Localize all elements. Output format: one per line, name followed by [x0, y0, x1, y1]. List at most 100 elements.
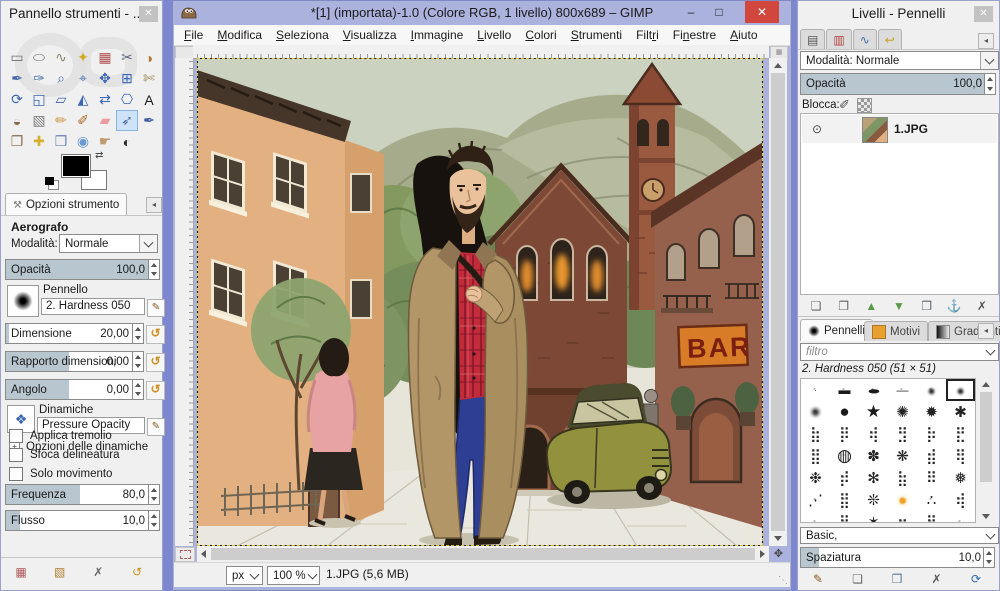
menu-item[interactable]: Modifica	[210, 25, 269, 45]
menu-item[interactable]: Seleziona	[269, 25, 336, 45]
brush-swatch[interactable]: ●	[801, 401, 830, 423]
tool-gradient[interactable]: ▧	[28, 110, 50, 131]
tool-align[interactable]: ⊞	[116, 68, 138, 89]
brush-swatch[interactable]: ·	[801, 379, 830, 401]
brush-swatch[interactable]: ✽	[859, 445, 888, 467]
tab-undo-history[interactable]: ↩	[878, 29, 902, 50]
brush-swatch[interactable]: ▬	[830, 379, 859, 401]
tab-paths[interactable]: ∿	[853, 29, 877, 50]
brush-swatch[interactable]: ⠿	[917, 467, 946, 489]
brush-swatch[interactable]: ⣻	[888, 423, 917, 445]
tool-paths[interactable]: ✒	[6, 68, 28, 89]
tool-shear[interactable]: ▱	[50, 89, 72, 110]
tool-ellipse-select[interactable]: ⬭	[28, 47, 50, 68]
opacity-spinner[interactable]	[148, 259, 160, 280]
brush-swatch[interactable]: ⣷	[801, 423, 830, 445]
image-canvas[interactable]: BAR	[197, 58, 763, 546]
edit-brush-icon[interactable]: ✎	[147, 299, 165, 317]
tool-bucket-fill[interactable]: ◒	[6, 110, 28, 131]
spacing-slider[interactable]: Spaziatura10,0	[800, 547, 985, 568]
brush-swatch[interactable]: ⣤	[801, 511, 830, 523]
brush-swatch[interactable]: ∴	[917, 489, 946, 511]
brush-swatch[interactable]: ●	[888, 489, 917, 511]
tool-foreground-select[interactable]: ◑	[138, 47, 160, 68]
tool-crop[interactable]: ✄	[138, 68, 160, 89]
brush-swatch[interactable]: ◍	[830, 445, 859, 467]
close-icon[interactable]: ✕	[745, 1, 779, 23]
tool-airbrush[interactable]: ➶	[116, 110, 138, 131]
rate-spinner[interactable]	[148, 484, 160, 505]
layer-opacity-spinner[interactable]	[984, 73, 996, 95]
tool-select-by-color[interactable]: ▦	[94, 47, 116, 68]
delete-tool-preset-button[interactable]: ✗	[88, 564, 108, 580]
brush-name-field[interactable]: 2. Hardness 050	[41, 298, 145, 315]
lower-layer-button[interactable]: ▼	[889, 298, 909, 314]
tool-perspective[interactable]: ◭	[72, 89, 94, 110]
aspect-spinner[interactable]	[132, 351, 144, 372]
size-spinner[interactable]	[132, 323, 144, 344]
tool-measure[interactable]: ⌖	[72, 68, 94, 89]
duplicate-brush-button[interactable]: ❒	[887, 571, 907, 587]
brush-swatch[interactable]: ⠿	[917, 511, 946, 523]
maximize-icon[interactable]: □	[707, 3, 731, 22]
new-brush-button[interactable]: ❏	[848, 571, 868, 587]
brush-swatch[interactable]: ⣿	[830, 511, 859, 523]
brush-swatch[interactable]: ⣿	[830, 489, 859, 511]
brush-filter-input[interactable]: filtro	[800, 343, 999, 361]
menu-item[interactable]: Livello	[470, 25, 518, 45]
brush-swatch[interactable]: ✹	[917, 401, 946, 423]
brush-swatch[interactable]: ⡿	[830, 423, 859, 445]
tool-flip[interactable]: ⇄	[94, 89, 116, 110]
raise-layer-button[interactable]: ▲	[861, 298, 881, 314]
tab-channels[interactable]: ▥	[826, 29, 851, 50]
new-layer-group-button[interactable]: ❐	[834, 298, 854, 314]
foreground-color-swatch[interactable]	[61, 154, 91, 178]
menu-item[interactable]: Immagine	[404, 25, 471, 45]
unit-select[interactable]: px	[226, 566, 263, 585]
brush-swatch[interactable]: —	[888, 379, 917, 401]
brush-swatch[interactable]: ⣾	[917, 445, 946, 467]
angle-slider[interactable]: Angolo0,00	[5, 379, 133, 400]
tool-zoom[interactable]: ⌕	[50, 68, 72, 89]
menu-item[interactable]: File	[177, 25, 210, 45]
brush-swatch[interactable]: ⣷	[888, 467, 917, 489]
brush-swatch[interactable]: ✻	[859, 467, 888, 489]
brush-swatch[interactable]: ❉	[801, 467, 830, 489]
brush-swatch[interactable]: ⡷	[917, 423, 946, 445]
brush-swatch[interactable]: ❊	[859, 489, 888, 511]
lock-alpha-icon[interactable]	[857, 98, 872, 113]
menu-item[interactable]: Colori	[518, 25, 563, 45]
tab-layers[interactable]: ▤	[800, 29, 825, 50]
brush-swatch[interactable]: ●	[830, 401, 859, 423]
save-tool-preset-button[interactable]: ▦	[11, 564, 31, 580]
tool-dodge-burn[interactable]: ◐	[116, 131, 138, 152]
toolbox-menu-icon[interactable]: ◂	[146, 197, 162, 213]
tool-cage-transform[interactable]: ⎔	[116, 89, 138, 110]
brush-swatch[interactable]: ⣟	[946, 423, 975, 445]
brush-swatch[interactable]: ★	[859, 401, 888, 423]
brush-swatch[interactable]: ✶	[859, 511, 888, 523]
layer-mode-select[interactable]: Modalità: Normale	[800, 51, 999, 70]
tool-rectangle-select[interactable]: ▭	[6, 47, 28, 68]
brush-swatch[interactable]: ❋	[888, 445, 917, 467]
tool-paintbrush[interactable]: ✐	[72, 110, 94, 131]
spacing-spinner[interactable]	[983, 547, 995, 568]
flow-slider[interactable]: Flusso10,0	[5, 510, 149, 531]
brush-swatch[interactable]: ⣿	[801, 445, 830, 467]
brush-swatch[interactable]: ❅	[946, 467, 975, 489]
tool-text[interactable]: A	[138, 89, 160, 110]
brush-grid-scrollbar[interactable]	[978, 378, 994, 523]
tool-rotate[interactable]: ⟳	[6, 89, 28, 110]
tool-clone[interactable]: ❐	[6, 131, 28, 152]
dock-close-icon[interactable]: ✕	[974, 6, 993, 22]
layer-row[interactable]: ⊙ 1.JPG	[802, 115, 997, 143]
vertical-scrollbar[interactable]	[769, 58, 787, 546]
flow-spinner[interactable]	[148, 510, 160, 531]
tab-patterns[interactable]: Motivi	[864, 321, 928, 341]
reset-angle-icon[interactable]: ↺	[146, 381, 165, 400]
tool-fuzzy-select[interactable]: ✦	[72, 47, 94, 68]
menu-item[interactable]: Strumenti	[564, 25, 629, 45]
menu-item[interactable]: Visualizza	[336, 25, 404, 45]
tool-smudge[interactable]: ☛	[94, 131, 116, 152]
layer-visible-icon[interactable]: ⊙	[812, 122, 822, 136]
